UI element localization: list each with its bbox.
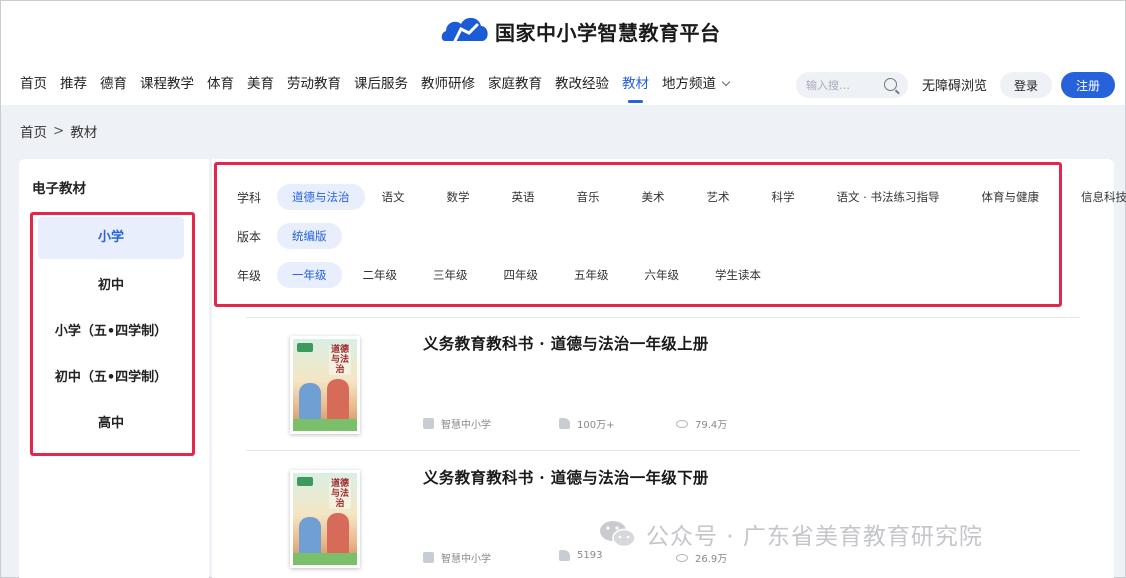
cover-figure xyxy=(299,517,321,555)
nav-item-home[interactable]: 首页 xyxy=(20,73,47,95)
highlight-box-filters xyxy=(214,162,1062,307)
register-button[interactable]: 注册 xyxy=(1061,72,1115,98)
eye-icon xyxy=(676,419,688,428)
book-cover-art: 道德与法治 xyxy=(293,473,357,565)
breadcrumb-current: 教材 xyxy=(70,125,98,141)
publisher-icon xyxy=(423,418,434,429)
nav-item-recommend[interactable]: 推荐 xyxy=(60,73,87,95)
book-cover[interactable]: 道德与法治 xyxy=(290,336,360,434)
book-views: 26.9万 xyxy=(676,550,727,565)
cover-title: 道德与法治 xyxy=(329,345,351,375)
book-title[interactable]: 义务教育教科书 · 道德与法治一年级下册 xyxy=(423,466,709,488)
nav-item-reform[interactable]: 教改经验 xyxy=(555,73,609,95)
chevron-down-icon xyxy=(721,77,731,87)
nav-item-teacher-training[interactable]: 教师研修 xyxy=(421,73,475,95)
eye-icon xyxy=(676,553,688,562)
highlight-box-stages xyxy=(30,212,195,456)
cover-figure xyxy=(299,383,321,421)
watermark-text: 公众号 · 广东省美育教育研究院 xyxy=(646,524,983,550)
site-logo[interactable]: 国家中小学智慧教育平台 xyxy=(439,11,721,51)
sidebar-title: 电子教材 xyxy=(32,181,86,197)
cover-ground xyxy=(293,553,357,565)
nav-item-labor[interactable]: 劳动教育 xyxy=(287,73,341,95)
breadcrumb-separator: > xyxy=(53,123,65,139)
cover-figure xyxy=(327,379,349,421)
nav-item-afterschool[interactable]: 课后服务 xyxy=(354,73,408,95)
nav-item-moral[interactable]: 德育 xyxy=(100,73,127,95)
watermark: 公众号 · 广东省美育教育研究院 xyxy=(598,517,983,551)
list-divider xyxy=(246,450,1080,451)
breadcrumb: 首页 > 教材 xyxy=(20,121,97,141)
site-header: 国家中小学智慧教育平台 首页 推荐 德育 课程教学 体育 美育 劳动教育 课后服… xyxy=(1,1,1125,105)
book-cover[interactable]: 道德与法治 xyxy=(290,470,360,568)
nav-item-course[interactable]: 课程教学 xyxy=(140,73,194,95)
nav-item-arts[interactable]: 美育 xyxy=(247,73,274,95)
book-item[interactable]: 道德与法治 义务教育教科书 · 道德与法治一年级上册 智慧中小学 100万+ 7… xyxy=(246,318,1080,448)
accessibility-link[interactable]: 无障碍浏览 xyxy=(922,75,987,94)
book-source: 智慧中小学 xyxy=(423,550,491,565)
book-source: 智慧中小学 xyxy=(423,416,491,431)
search-icon[interactable] xyxy=(884,78,897,91)
search-box xyxy=(796,72,908,98)
book-item[interactable]: 道德与法治 义务教育教科书 · 道德与法治一年级下册 智慧中小学 5193 26… xyxy=(246,452,1080,578)
grade-badge-icon xyxy=(297,343,313,352)
main-nav: 首页 推荐 德育 课程教学 体育 美育 劳动教育 课后服务 教师研修 家庭教育 … xyxy=(20,73,742,103)
subject-chip[interactable]: 信息科技 xyxy=(1066,184,1126,210)
nav-item-local-label: 地方频道 xyxy=(662,76,716,92)
login-button[interactable]: 登录 xyxy=(1000,72,1052,98)
nav-item-textbooks[interactable]: 教材 xyxy=(622,73,649,103)
nav-item-local[interactable]: 地方频道 xyxy=(662,73,731,95)
nav-item-sports[interactable]: 体育 xyxy=(207,73,234,95)
search-input[interactable] xyxy=(806,72,876,98)
breadcrumb-home[interactable]: 首页 xyxy=(20,121,47,141)
site-title: 国家中小学智慧教育平台 xyxy=(495,20,721,45)
book-views: 79.4万 xyxy=(676,416,727,431)
thumbs-up-icon xyxy=(559,550,570,561)
wechat-icon xyxy=(600,521,636,548)
book-likes: 100万+ xyxy=(559,416,614,431)
book-title[interactable]: 义务教育教科书 · 道德与法治一年级上册 xyxy=(423,332,709,354)
platform-logo-icon xyxy=(441,17,488,43)
cover-figure xyxy=(327,513,349,555)
cover-ground xyxy=(293,419,357,431)
thumbs-up-icon xyxy=(559,418,570,429)
grade-badge-icon xyxy=(297,477,313,486)
publisher-icon xyxy=(423,552,434,563)
cover-title: 道德与法治 xyxy=(329,479,351,509)
book-cover-art: 道德与法治 xyxy=(293,339,357,431)
nav-item-family[interactable]: 家庭教育 xyxy=(488,73,542,95)
book-likes: 5193 xyxy=(559,550,602,561)
